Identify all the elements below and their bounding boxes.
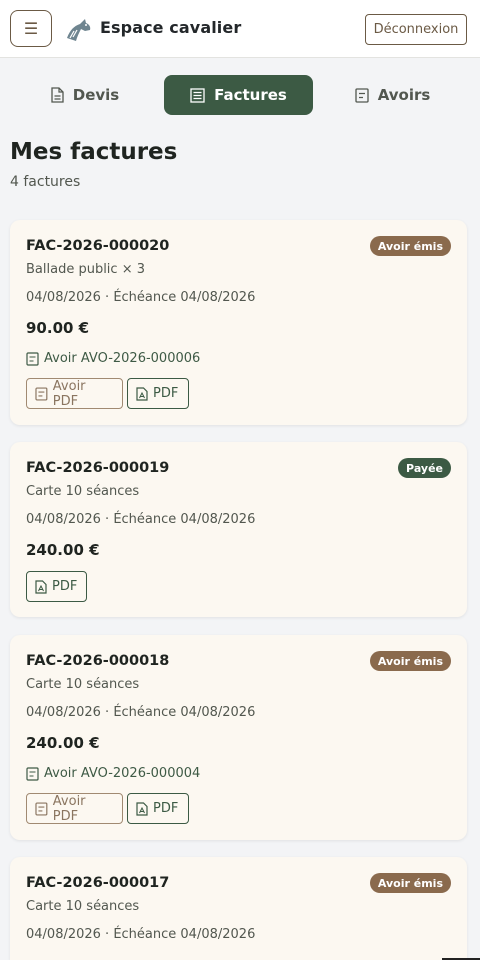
pdf-button[interactable]: PDF — [127, 378, 189, 409]
credit-note-icon — [26, 766, 39, 781]
invoice-amount: 90.00 € — [26, 319, 90, 337]
avoir-reference: Avoir AVO-2026-000004 — [26, 766, 200, 781]
pdf-file-icon — [136, 386, 148, 401]
pdf-label: PDF — [52, 579, 78, 594]
credit-note-icon — [355, 87, 369, 103]
credit-note-icon — [26, 351, 39, 366]
avoir-pdf-button[interactable]: Avoir PDF — [26, 793, 123, 824]
invoice-card[interactable]: FAC-2026-000019 Payée Carte 10 séances 0… — [10, 442, 467, 617]
invoice-count: 4 factures — [10, 174, 81, 190]
document-icon — [51, 87, 64, 103]
invoice-dates: 04/08/2026 · Échéance 04/08/2026 — [26, 705, 256, 720]
avoir-pdf-label: Avoir PDF — [52, 793, 86, 824]
pdf-button[interactable]: PDF — [26, 571, 87, 602]
tab-bar: Devis Factures Avoirs — [0, 75, 480, 115]
app-title: Espace cavalier — [100, 18, 242, 37]
avoir-pdf-label: Avoir PDF — [52, 378, 86, 409]
tab-devis[interactable]: Devis — [40, 75, 130, 115]
tab-factures[interactable]: Factures — [164, 75, 313, 115]
avoir-pdf-button[interactable]: Avoir PDF — [26, 378, 123, 409]
invoice-number: FAC-2026-000018 — [26, 653, 170, 669]
top-bar: ☰ Espace cavalier Déconnexion — [0, 0, 480, 58]
status-badge: Payée — [398, 458, 451, 478]
invoice-card[interactable]: FAC-2026-000020 Avoir émis Ballade publi… — [10, 220, 467, 425]
tab-avoirs-label: Avoirs — [377, 86, 431, 104]
invoice-amount: 240.00 € — [26, 734, 100, 752]
credit-note-icon — [35, 802, 48, 815]
status-badge: Avoir émis — [369, 873, 451, 893]
invoice-card[interactable]: FAC-2026-000017 Avoir émis Carte 10 séan… — [10, 857, 467, 960]
hamburger-icon: ☰ — [23, 19, 39, 38]
invoice-number: FAC-2026-000017 — [26, 875, 170, 891]
pdf-file-icon — [136, 801, 148, 816]
status-badge: Avoir émis — [369, 236, 451, 256]
status-badge: Avoir émis — [369, 651, 451, 671]
menu-button[interactable]: ☰ — [10, 10, 52, 47]
invoice-dates: 04/08/2026 · Échéance 04/08/2026 — [26, 290, 256, 305]
tab-avoirs[interactable]: Avoirs — [345, 75, 440, 115]
tab-factures-label: Factures — [214, 86, 287, 104]
invoice-number: FAC-2026-000019 — [26, 460, 170, 476]
avoir-reference-text: Avoir AVO-2026-000006 — [44, 351, 201, 366]
invoice-description: Ballade public × 3 — [26, 262, 145, 277]
credit-note-icon — [35, 387, 48, 400]
receipt-icon — [190, 87, 205, 103]
invoice-number: FAC-2026-000020 — [26, 238, 170, 254]
invoice-description: Carte 10 séances — [26, 899, 140, 914]
pdf-label: PDF — [153, 386, 179, 401]
invoice-description: Carte 10 séances — [26, 484, 140, 499]
invoice-description: Carte 10 séances — [26, 677, 140, 692]
tab-devis-label: Devis — [72, 86, 120, 104]
pdf-button[interactable]: PDF — [127, 793, 189, 824]
page-title: Mes factures — [10, 139, 178, 165]
pdf-label: PDF — [153, 801, 179, 816]
invoice-dates: 04/08/2026 · Échéance 04/08/2026 — [26, 927, 256, 942]
invoice-dates: 04/08/2026 · Échéance 04/08/2026 — [26, 512, 256, 527]
avoir-reference: Avoir AVO-2026-000006 — [26, 351, 200, 366]
horse-head-logo — [67, 19, 91, 41]
invoice-card[interactable]: FAC-2026-000018 Avoir émis Carte 10 séan… — [10, 635, 467, 840]
logout-button[interactable]: Déconnexion — [365, 14, 467, 45]
invoice-amount: 240.00 € — [26, 541, 100, 559]
pdf-file-icon — [35, 579, 47, 594]
avoir-reference-text: Avoir AVO-2026-000004 — [44, 766, 201, 781]
